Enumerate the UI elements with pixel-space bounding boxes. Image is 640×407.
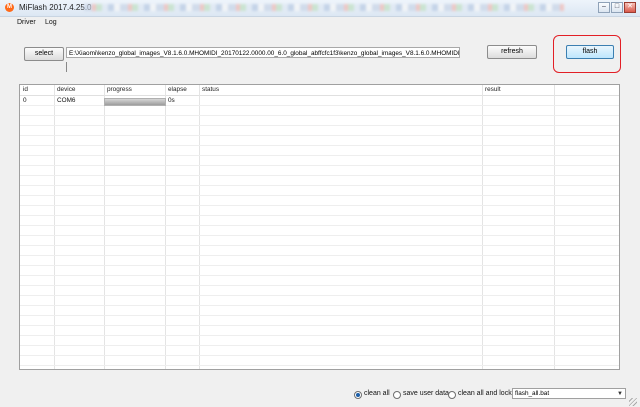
refresh-button[interactable]: refresh — [487, 45, 537, 59]
cell-elapse: 0s — [168, 97, 175, 104]
grid-row-line — [20, 175, 619, 176]
column-divider — [482, 85, 483, 369]
grid-row-line — [20, 155, 619, 156]
column-header-device[interactable]: device — [57, 86, 75, 93]
label-clean-all[interactable]: clean all — [364, 390, 390, 397]
column-header-status[interactable]: status — [202, 86, 219, 93]
grid-row-line — [20, 285, 619, 286]
menu-bar: Driver Log — [0, 17, 640, 29]
grid-row-line — [20, 365, 619, 366]
grid-row-line — [20, 115, 619, 116]
column-header-progress[interactable]: progress — [107, 86, 132, 93]
input-caret — [66, 62, 67, 72]
menu-item-log[interactable]: Log — [45, 19, 57, 26]
flash-script-value: flash_all.bat — [515, 390, 550, 397]
grid-row-line — [20, 345, 619, 346]
grid-row-line — [20, 335, 619, 336]
grid-row-line — [20, 355, 619, 356]
progress-fill — [105, 99, 165, 105]
column-divider — [554, 85, 555, 369]
blurred-taskbar-area — [84, 4, 564, 11]
grid-row-line — [20, 235, 619, 236]
maximize-button[interactable]: □ — [611, 2, 623, 13]
miflash-logo-icon: M — [5, 3, 14, 12]
grid-row-line — [20, 215, 619, 216]
grid-row-line — [20, 245, 619, 246]
grid-row-line — [20, 195, 619, 196]
label-save-user-data[interactable]: save user data — [403, 390, 449, 397]
grid-header: id device progress elapse status result — [20, 85, 619, 96]
rom-path-input[interactable]: E:\Xiaomi\kenzo_global_images_V8.1.6.0.M… — [66, 47, 460, 58]
grid-row-line — [20, 295, 619, 296]
resize-grip-icon[interactable] — [629, 398, 637, 406]
chevron-down-icon: ▼ — [617, 391, 623, 397]
radio-clean-all-and-lock[interactable] — [448, 391, 456, 399]
progress-bar — [104, 98, 166, 106]
column-divider — [104, 85, 105, 369]
grid-row-line — [20, 325, 619, 326]
select-button[interactable]: select — [24, 47, 64, 61]
device-grid[interactable]: id device progress elapse status result … — [19, 84, 620, 370]
title-bar: M MiFlash 2017.4.25.0 – □ ✕ — [0, 0, 640, 17]
window-title: MiFlash 2017.4.25.0 — [19, 3, 92, 12]
grid-row-line — [20, 255, 619, 256]
flash-highlight-annotation — [553, 35, 621, 73]
grid-row-line — [20, 165, 619, 166]
column-divider — [165, 85, 166, 369]
grid-row-line — [20, 125, 619, 126]
grid-row-line — [20, 305, 619, 306]
column-header-elapse[interactable]: elapse — [168, 86, 187, 93]
minimize-button[interactable]: – — [598, 2, 610, 13]
column-header-result[interactable]: result — [485, 86, 501, 93]
cell-id: 0 — [23, 97, 27, 104]
cell-device: COM6 — [57, 97, 76, 104]
radio-clean-all[interactable] — [354, 391, 362, 399]
grid-row-line — [20, 265, 619, 266]
grid-row-line — [20, 145, 619, 146]
grid-row-line — [20, 205, 619, 206]
close-button[interactable]: ✕ — [624, 2, 636, 13]
column-divider — [199, 85, 200, 369]
miflash-window: M MiFlash 2017.4.25.0 – □ ✕ Driver Log s… — [0, 0, 640, 407]
grid-row-line — [20, 275, 619, 276]
label-clean-all-and-lock[interactable]: clean all and lock — [458, 390, 512, 397]
grid-row-line — [20, 315, 619, 316]
grid-row-line — [20, 225, 619, 226]
radio-save-user-data[interactable] — [393, 391, 401, 399]
column-header-id[interactable]: id — [23, 86, 28, 93]
menu-item-driver[interactable]: Driver — [17, 19, 36, 26]
grid-row-line — [20, 185, 619, 186]
grid-row-line — [20, 135, 619, 136]
flash-script-select[interactable]: flash_all.bat ▼ — [512, 388, 626, 399]
column-divider — [54, 85, 55, 369]
